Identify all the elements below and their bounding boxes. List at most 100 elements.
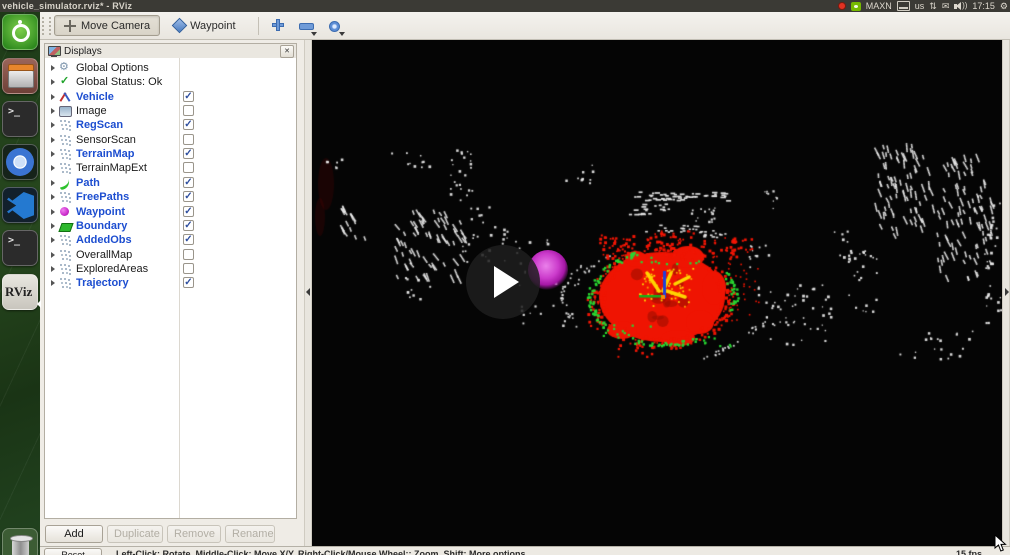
tool-move-camera[interactable]: Move Camera <box>54 15 161 36</box>
toolbar-separator <box>257 16 259 35</box>
expand-arrow-icon[interactable] <box>51 136 55 143</box>
collapse-left-handle[interactable] <box>304 40 312 546</box>
close-panel-button[interactable]: ✕ <box>280 45 294 58</box>
enabled-checkbox[interactable]: ✓ <box>183 234 194 246</box>
display-row-trajectory[interactable]: Trajectory ✓ <box>45 276 296 290</box>
expand-arrow-icon[interactable] <box>51 151 55 158</box>
display-row-image[interactable]: Image <box>45 104 296 118</box>
display-row-terrainmapext[interactable]: TerrainMapExt <box>45 161 296 175</box>
add-button[interactable]: Add <box>45 525 103 543</box>
tool-properties-button[interactable] <box>323 15 345 36</box>
expand-arrow-icon[interactable] <box>51 280 55 287</box>
expand-arrow-icon[interactable] <box>51 194 55 201</box>
enabled-checkbox[interactable]: ✓ <box>183 119 194 131</box>
expand-arrow-icon[interactable] <box>51 65 55 71</box>
launcher-item-trash[interactable] <box>2 528 38 555</box>
expand-arrow-icon[interactable] <box>51 108 55 115</box>
display-row-label: OverallMap <box>76 248 133 261</box>
launcher-item-ubuntu-dash[interactable] <box>2 14 38 50</box>
enabled-checkbox[interactable] <box>183 105 194 117</box>
enabled-checkbox[interactable]: ✓ <box>183 148 194 160</box>
display-row-label: Global Options <box>76 62 149 74</box>
mail-icon[interactable]: ✉ <box>942 1 950 12</box>
displays-panel-header[interactable]: Displays ✕ <box>45 44 296 59</box>
nvidia-icon[interactable] <box>850 1 861 11</box>
expand-arrow-icon[interactable] <box>51 165 55 172</box>
enabled-checkbox[interactable] <box>183 133 194 145</box>
expand-arrow-icon[interactable] <box>51 251 55 258</box>
display-row-terrainmap[interactable]: TerrainMap ✓ <box>45 147 296 161</box>
polygon-icon <box>59 220 72 232</box>
display-row-label: TerrainMap <box>76 148 135 161</box>
video-play-button[interactable] <box>466 245 540 319</box>
expand-arrow-icon[interactable] <box>51 265 55 272</box>
window-title: vehicle_simulator.rviz* - RViz <box>2 1 133 11</box>
cloud-icon <box>59 249 72 261</box>
expand-arrow-icon[interactable] <box>51 179 55 186</box>
volume-icon[interactable]: )) <box>954 1 967 11</box>
expand-arrow-icon[interactable] <box>51 208 55 215</box>
expand-arrow-icon[interactable] <box>51 237 55 244</box>
add-tool-button[interactable] <box>267 15 289 36</box>
tool-waypoint[interactable]: Waypoint <box>164 15 245 36</box>
clock-label[interactable]: 17:15 <box>972 1 995 11</box>
launcher-item-terminal-2[interactable] <box>2 230 38 266</box>
display-row-sensorscan[interactable]: SensorScan <box>45 133 296 147</box>
enabled-checkbox[interactable]: ✓ <box>183 277 194 289</box>
display-row-label: RegScan <box>76 119 124 132</box>
display-row-freepaths[interactable]: FreePaths ✓ <box>45 190 296 204</box>
enabled-checkbox[interactable] <box>183 162 194 174</box>
keyboard-icon[interactable] <box>896 1 910 11</box>
network-arrows-icon[interactable]: ⇅ <box>929 1 937 12</box>
expand-arrow-icon[interactable] <box>51 222 55 229</box>
sphere-icon <box>59 206 72 218</box>
fps-label: 15 fps <box>955 549 982 555</box>
duplicate-button[interactable]: Duplicate <box>107 525 163 543</box>
path-icon <box>59 177 72 189</box>
display-row-label: Path <box>76 176 100 189</box>
enabled-checkbox[interactable]: ✓ <box>183 219 194 231</box>
expand-arrow-icon[interactable] <box>51 93 55 100</box>
enabled-checkbox[interactable]: ✓ <box>183 191 194 203</box>
display-row-global-status-ok[interactable]: Global Status: Ok <box>45 74 296 89</box>
display-row-regscan[interactable]: RegScan ✓ <box>45 118 296 132</box>
display-row-exploredareas[interactable]: ExploredAreas <box>45 262 296 276</box>
display-row-boundary[interactable]: Boundary ✓ <box>45 219 296 233</box>
mouse-cursor <box>994 535 1007 552</box>
launcher-item-file-manager[interactable] <box>2 58 38 94</box>
enabled-checkbox[interactable]: ✓ <box>183 205 194 217</box>
expand-arrow-icon[interactable] <box>51 79 55 86</box>
display-row-waypoint[interactable]: Waypoint ✓ <box>45 205 296 219</box>
enabled-checkbox[interactable] <box>183 262 194 274</box>
settings-gear-icon[interactable]: ⚙ <box>1000 1 1008 12</box>
dropdown-caret-icon <box>310 32 317 36</box>
recording-icon[interactable] <box>837 2 846 10</box>
launcher-item-vscode[interactable] <box>2 187 38 223</box>
enabled-checkbox[interactable]: ✓ <box>183 90 194 102</box>
enabled-checkbox[interactable] <box>183 248 194 260</box>
reset-button[interactable]: Reset <box>44 548 102 555</box>
launcher-item-chromium[interactable] <box>2 144 38 180</box>
display-row-path[interactable]: Path ✓ <box>45 176 296 190</box>
cloud-icon <box>59 148 72 160</box>
launcher-item-terminal[interactable] <box>2 101 38 137</box>
remove-button[interactable]: Remove <box>167 525 221 543</box>
keyboard-layout-label[interactable]: us <box>915 1 925 11</box>
collapse-right-handle[interactable] <box>1002 40 1010 546</box>
rename-button[interactable]: Rename <box>225 525 275 543</box>
enabled-checkbox[interactable]: ✓ <box>183 176 194 188</box>
image-icon <box>59 105 72 118</box>
toolbar-grip[interactable] <box>42 16 51 35</box>
3d-viewport[interactable] <box>312 40 1002 546</box>
plus-icon <box>271 19 284 31</box>
display-row-vehicle[interactable]: Vehicle ✓ <box>45 90 296 104</box>
cloud-icon <box>59 191 72 203</box>
display-row-global-options[interactable]: Global Options <box>45 60 296 75</box>
launcher-item-rviz[interactable]: RViz <box>2 274 38 310</box>
expand-arrow-icon[interactable] <box>51 122 55 129</box>
displays-icon <box>48 46 61 57</box>
display-row-addedobs[interactable]: AddedObs ✓ <box>45 233 296 247</box>
remove-tool-button[interactable] <box>295 15 317 36</box>
display-row-overallmap[interactable]: OverallMap <box>45 248 296 262</box>
focused-app-arrow-icon <box>37 300 41 308</box>
